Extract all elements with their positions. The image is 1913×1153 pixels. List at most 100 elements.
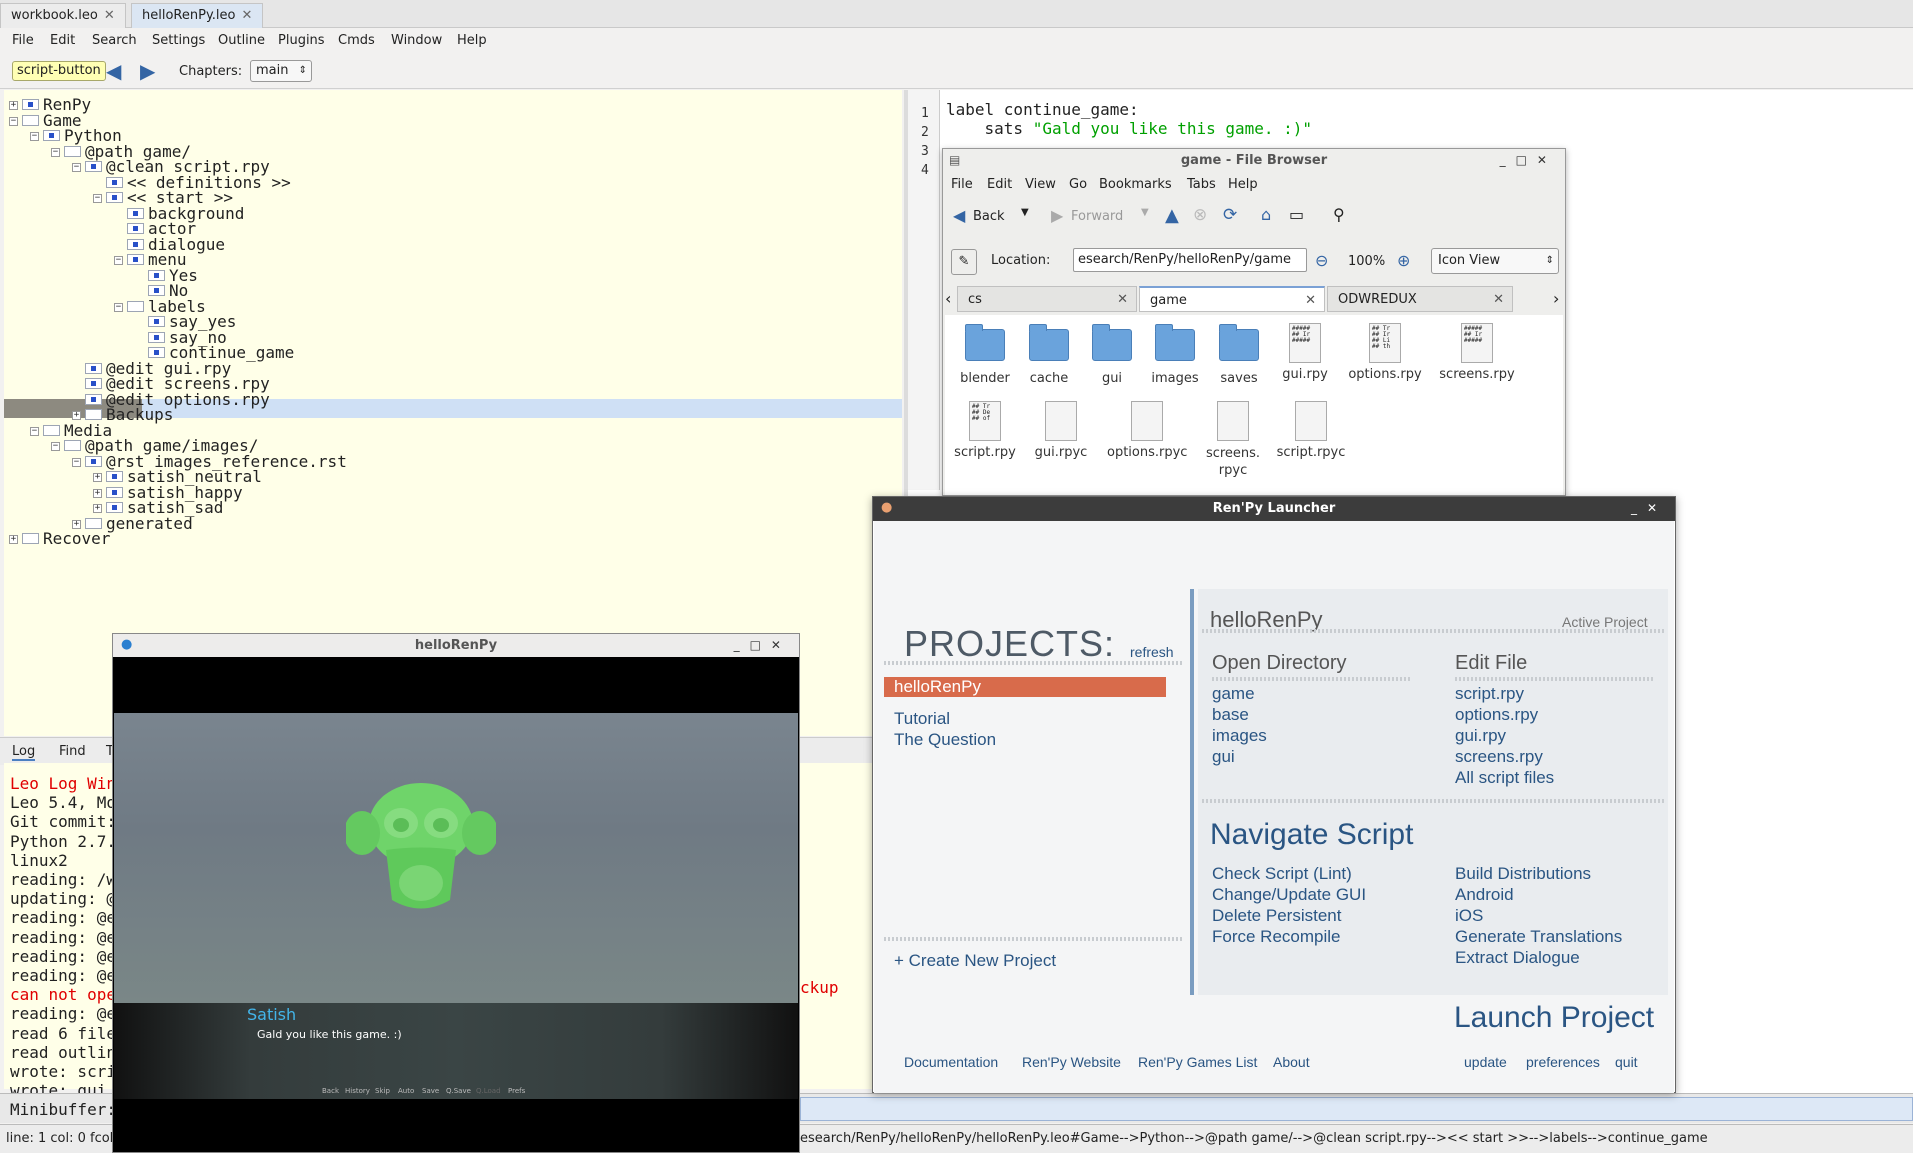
collapse-icon[interactable]: −: [72, 457, 81, 467]
file-icon-view[interactable]: blender cache gui images saves ##### ## …: [945, 315, 1563, 495]
zoom-in-icon[interactable]: ⊕: [1397, 251, 1410, 270]
computer-icon[interactable]: ▭: [1289, 205, 1304, 224]
menu-settings[interactable]: Settings: [152, 33, 205, 48]
edit-file-link[interactable]: gui.rpy: [1455, 726, 1506, 746]
menu-window[interactable]: Window: [391, 33, 442, 48]
footer-link[interactable]: Documentation: [904, 1054, 998, 1070]
back-button[interactable]: Back: [973, 209, 1005, 224]
directory-link[interactable]: game: [1212, 684, 1255, 704]
collapse-icon[interactable]: −: [51, 442, 60, 451]
refresh-link[interactable]: refresh: [1130, 644, 1174, 660]
menu-bookmarks[interactable]: Bookmarks: [1099, 177, 1172, 192]
chapter-select[interactable]: main ⇕: [250, 60, 312, 82]
expand-icon[interactable]: +: [9, 101, 18, 110]
footer-link[interactable]: preferences: [1526, 1054, 1600, 1070]
close-icon[interactable]: ✕: [1493, 287, 1504, 313]
nav-action-link[interactable]: Extract Dialogue: [1455, 948, 1580, 968]
footer-link[interactable]: About: [1273, 1054, 1310, 1070]
view-mode-select[interactable]: Icon View ⇕: [1431, 248, 1559, 274]
expand-icon[interactable]: +: [93, 488, 102, 498]
footer-link[interactable]: quit: [1615, 1054, 1638, 1070]
window-controls[interactable]: _□✕: [734, 638, 791, 652]
quick-menu-save[interactable]: Save: [422, 1087, 439, 1095]
directory-link[interactable]: base: [1212, 705, 1249, 725]
tab-workbook[interactable]: workbook.leo ✕: [0, 3, 126, 28]
menu-plugins[interactable]: Plugins: [278, 33, 325, 48]
tab-cs[interactable]: cs ✕: [957, 286, 1137, 312]
file-item[interactable]: ## Tr ## Ir ## Li ## th options.rpy: [1345, 323, 1425, 382]
collapse-icon[interactable]: −: [93, 194, 102, 203]
file-item[interactable]: screens. rpyc: [1193, 401, 1273, 479]
tab-find[interactable]: Find: [59, 744, 86, 759]
directory-link[interactable]: images: [1212, 726, 1267, 746]
toggle-location-icon[interactable]: ✎: [951, 249, 977, 275]
file-item[interactable]: ## Tr ## De ## of script.rpy: [945, 401, 1025, 460]
menu-edit[interactable]: Edit: [50, 33, 75, 48]
menu-help[interactable]: Help: [1228, 177, 1258, 192]
quick-menu-prefs[interactable]: Prefs: [508, 1087, 525, 1095]
edit-file-link[interactable]: script.rpy: [1455, 684, 1524, 704]
nav-action-link[interactable]: Build Distributions: [1455, 864, 1591, 884]
close-icon[interactable]: ✕: [241, 4, 252, 28]
reload-icon[interactable]: ⟳: [1223, 205, 1237, 225]
nav-action-link[interactable]: Change/Update GUI: [1212, 885, 1366, 905]
menu-search[interactable]: Search: [92, 33, 137, 48]
script-button[interactable]: script-button: [12, 61, 106, 81]
window-controls[interactable]: _□✕: [1500, 153, 1557, 167]
tab-scroll-left-icon[interactable]: ‹: [945, 289, 951, 308]
up-arrow-icon[interactable]: ▲: [1165, 205, 1179, 226]
collapse-icon[interactable]: −: [30, 426, 39, 436]
collapse-icon[interactable]: −: [114, 302, 123, 312]
close-icon[interactable]: ✕: [1305, 288, 1316, 314]
tab-game[interactable]: game ✕: [1139, 286, 1325, 312]
tab-log[interactable]: Log: [12, 744, 36, 761]
footer-link[interactable]: update: [1464, 1054, 1507, 1070]
edit-file-link[interactable]: All script files: [1455, 768, 1554, 788]
file-item[interactable]: script.rpyc: [1271, 401, 1351, 460]
launch-project-button[interactable]: Launch Project: [1454, 1001, 1654, 1035]
chevron-down-icon[interactable]: ▼: [1021, 207, 1029, 218]
create-new-project-link[interactable]: + Create New Project: [894, 951, 1056, 971]
menu-go[interactable]: Go: [1069, 177, 1087, 192]
game-scene[interactable]: [114, 713, 798, 1003]
collapse-icon[interactable]: −: [114, 256, 123, 265]
quick-menu-back[interactable]: Back: [322, 1087, 339, 1095]
search-icon[interactable]: ⚲: [1333, 205, 1345, 224]
back-arrow-icon[interactable]: ◀: [953, 206, 965, 225]
menu-outline[interactable]: Outline: [218, 33, 265, 48]
project-item[interactable]: Tutorial: [894, 709, 950, 729]
close-icon[interactable]: ✕: [104, 4, 115, 28]
directory-link[interactable]: gui: [1212, 747, 1235, 767]
forward-arrow-icon[interactable]: ▶: [140, 61, 166, 83]
quick-menu-auto[interactable]: Auto: [398, 1087, 414, 1095]
expand-icon[interactable]: +: [9, 535, 18, 544]
tab-odwredux[interactable]: ODWREDUX ✕: [1327, 286, 1513, 312]
tab-hellorenpy[interactable]: helloRenPy.leo ✕: [131, 3, 264, 28]
quick-menu-qsave[interactable]: Q.Save: [446, 1087, 471, 1095]
quick-menu-history[interactable]: History: [345, 1087, 370, 1095]
tab-scroll-right-icon[interactable]: ›: [1553, 289, 1559, 308]
window-controls[interactable]: _✕: [1631, 501, 1667, 515]
project-item[interactable]: helloRenPy: [894, 677, 981, 697]
nav-action-link[interactable]: Force Recompile: [1212, 927, 1341, 947]
back-arrow-icon[interactable]: ◀: [106, 61, 132, 83]
nav-action-link[interactable]: Generate Translations: [1455, 927, 1622, 947]
minibuffer-input[interactable]: [800, 1097, 1913, 1121]
outline-node[interactable]: Recover: [22, 529, 110, 548]
nav-action-link[interactable]: Delete Persistent: [1212, 906, 1341, 926]
menu-view[interactable]: View: [1025, 177, 1056, 192]
project-item[interactable]: The Question: [894, 730, 996, 750]
edit-file-link[interactable]: screens.rpy: [1455, 747, 1543, 767]
collapse-icon[interactable]: −: [72, 163, 81, 172]
quick-menu-skip[interactable]: Skip: [375, 1087, 390, 1095]
location-field[interactable]: esearch/RenPy/helloRenPy/game: [1073, 248, 1307, 272]
expand-icon[interactable]: +: [93, 504, 102, 513]
menu-file[interactable]: File: [951, 177, 973, 192]
home-icon[interactable]: ⌂: [1261, 205, 1271, 224]
expand-icon[interactable]: +: [93, 473, 102, 482]
zoom-out-icon[interactable]: ⊖: [1315, 251, 1328, 270]
menu-file[interactable]: File: [12, 33, 34, 48]
nav-action-link[interactable]: iOS: [1455, 906, 1483, 926]
menu-edit[interactable]: Edit: [987, 177, 1012, 192]
expand-icon[interactable]: +: [72, 519, 81, 529]
